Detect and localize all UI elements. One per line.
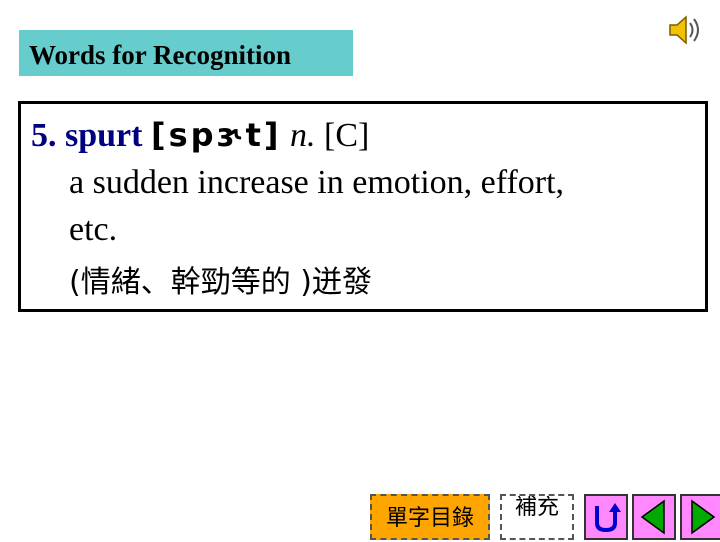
word-entry-card: 5. spurt [spɝt] n. [C] a sudden increase…	[18, 101, 708, 312]
chinese-translation: (情緒、幹勁等的 )迸發	[69, 265, 372, 300]
grammar-tag: [C]	[324, 117, 370, 154]
section-title: Words for Recognition	[19, 30, 353, 76]
entry-headline: 5. spurt [spɝt] n. [C]	[31, 116, 369, 155]
phonetic-transcription: [spɝt]	[150, 116, 282, 154]
return-icon	[595, 503, 621, 533]
part-of-speech: n.	[290, 117, 316, 154]
definition-line-2: etc.	[69, 211, 118, 248]
return-button[interactable]	[584, 494, 628, 540]
supplement-button[interactable]: 補充	[500, 494, 574, 540]
left-arrow-icon	[640, 499, 665, 535]
definition-line-1: a sudden increase in emotion, effort,	[69, 164, 565, 201]
speaker-icon[interactable]	[664, 10, 704, 50]
vocab-list-button[interactable]: 單字目錄	[370, 494, 490, 540]
previous-button[interactable]	[632, 494, 676, 540]
headword: 5. spurt	[31, 117, 143, 154]
right-arrow-icon	[691, 499, 716, 535]
next-button[interactable]	[680, 494, 720, 540]
